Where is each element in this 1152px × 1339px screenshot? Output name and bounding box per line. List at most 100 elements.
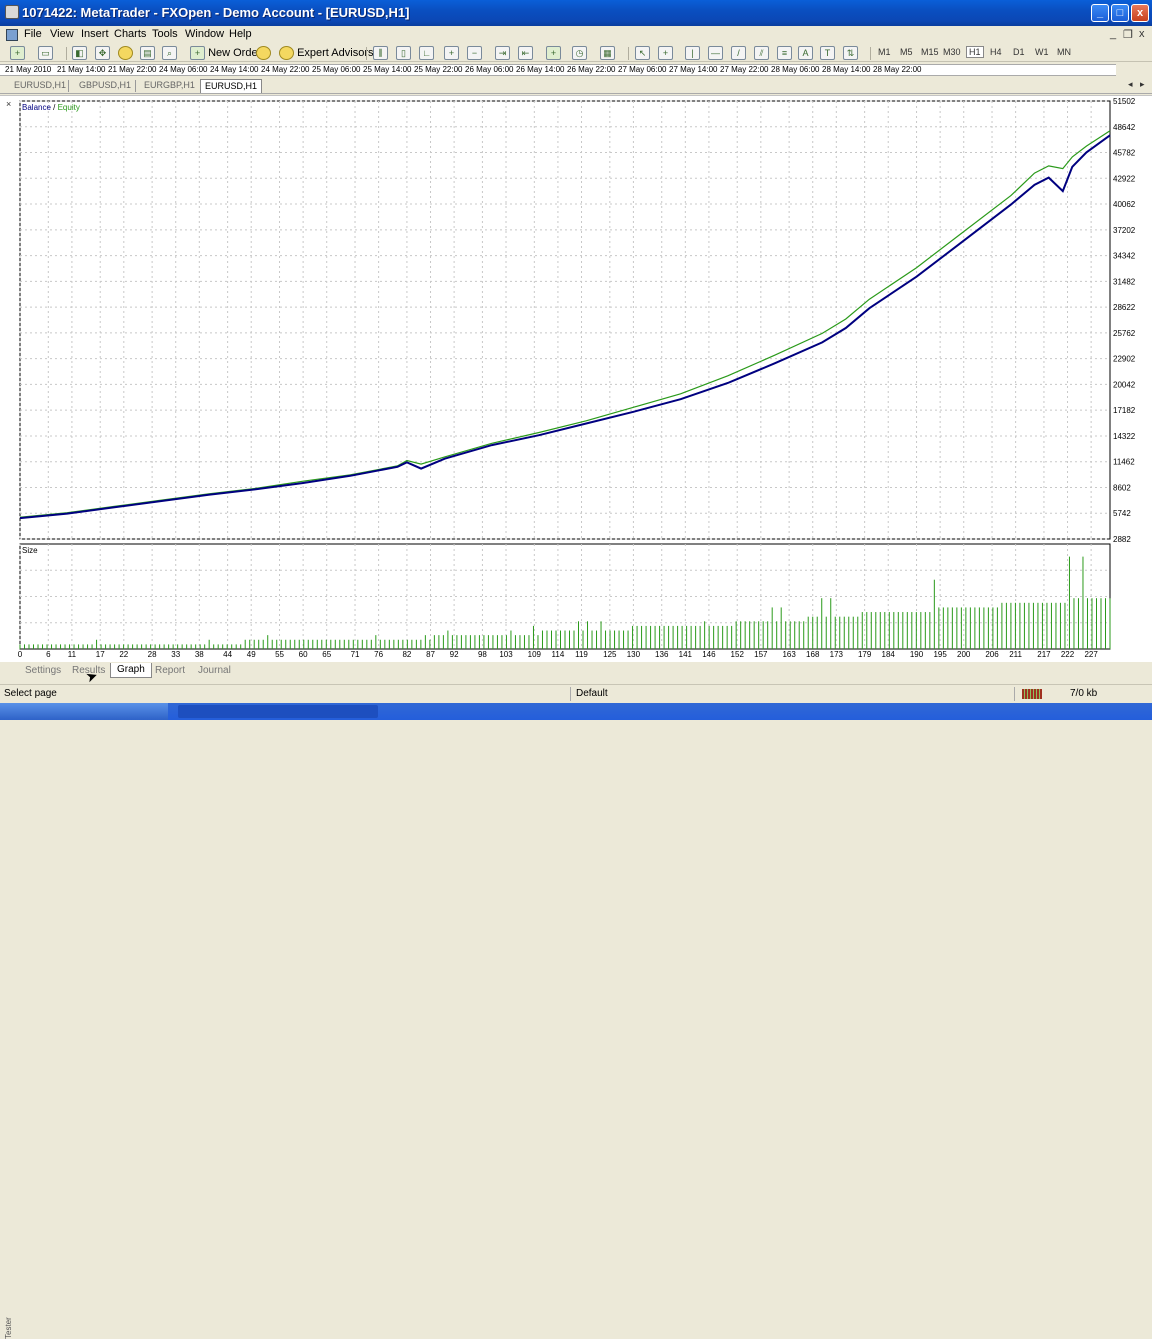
x-tick-label: 33	[171, 650, 180, 659]
channel-icon: ⫽	[754, 46, 769, 60]
close-button[interactable]: x	[1131, 4, 1149, 22]
chart-shift-button[interactable]: ⇤	[518, 45, 533, 61]
x-tick-label: 22	[119, 650, 128, 659]
strategy-tester-button[interactable]: ⌕	[162, 45, 177, 61]
timeframe-w1-button[interactable]: W1	[1035, 47, 1049, 57]
strategy-tester-icon: ⌕	[162, 46, 177, 60]
close-chart-icon: ×	[6, 99, 11, 109]
status-traffic: 7/0 kb	[1070, 688, 1098, 699]
fibonacci-button[interactable]: ≡	[777, 45, 792, 61]
timeframe-h4-button[interactable]: H4	[990, 47, 1002, 57]
toolbar-separator	[628, 47, 629, 60]
x-tick-label: 130	[627, 650, 641, 659]
menu-tools[interactable]: Tools	[152, 28, 178, 40]
mdi-close-button[interactable]: x	[1139, 28, 1145, 40]
data-window-button[interactable]	[118, 45, 133, 61]
templates-button[interactable]: ▦	[600, 45, 615, 61]
terminal-button[interactable]: ▤	[140, 45, 155, 61]
channel-button[interactable]: ⫽	[754, 45, 769, 61]
x-tick-label: 184	[882, 650, 896, 659]
taskbar-item[interactable]	[178, 705, 378, 718]
timeframe-m1-button[interactable]: M1	[878, 47, 891, 57]
tester-vertical-label: Tester	[4, 1317, 13, 1339]
menu-file[interactable]: File	[24, 28, 42, 40]
autoscroll-button[interactable]: ⇥	[495, 45, 510, 61]
tab-report[interactable]: Report	[155, 665, 185, 676]
x-tick-label: 55	[275, 650, 284, 659]
chart-tab-active[interactable]: EURUSD,H1	[200, 79, 263, 93]
menu-insert[interactable]: Insert	[81, 28, 109, 40]
cursor-tool-button[interactable]: ↖	[635, 45, 650, 61]
zoom-out-button[interactable]: −	[467, 45, 482, 61]
time-label: 25 May 14:00	[363, 65, 412, 74]
chart-tab[interactable]: GBPUSD,H1	[75, 79, 135, 93]
bar-chart-button[interactable]: ⫼	[373, 45, 388, 61]
bar-chart-icon: ⫼	[373, 46, 388, 60]
time-axis-strip: 21 May 2010 21 May 14:00 21 May 22:00 24…	[0, 64, 1116, 76]
profiles-button[interactable]: ▭	[38, 45, 53, 61]
timeframe-d1-button[interactable]: D1	[1013, 47, 1025, 57]
metaeditor-button[interactable]	[256, 45, 271, 61]
market-watch-button[interactable]: ◧	[72, 45, 87, 61]
mdi-minimize-button[interactable]: _	[1110, 28, 1116, 40]
timeframe-h1-button[interactable]: H1	[966, 46, 984, 58]
time-label: 27 May 06:00	[618, 65, 667, 74]
chart-tab[interactable]: EURUSD,H1	[10, 79, 70, 93]
line-chart-button[interactable]: ∟	[419, 45, 434, 61]
timeframe-m5-button[interactable]: M5	[900, 47, 913, 57]
expert-advisors-button[interactable]: Expert Advisors	[279, 45, 373, 61]
indicators-icon: +	[546, 46, 561, 60]
balance-plot-area	[19, 100, 1111, 540]
text-label-button[interactable]: T	[820, 45, 835, 61]
tab-scroll-left-icon[interactable]: ◂	[1128, 79, 1133, 90]
periods-button[interactable]: ◷	[572, 45, 587, 61]
x-tick-label: 76	[374, 650, 383, 659]
timeframe-mn-button[interactable]: MN	[1057, 47, 1071, 57]
timeframe-m30-button[interactable]: M30	[943, 47, 961, 57]
navigator-icon: ✥	[95, 46, 110, 60]
toolbar-separator	[66, 47, 67, 60]
horizontal-line-button[interactable]: —	[708, 45, 723, 61]
mdi-restore-button[interactable]: ❐	[1123, 28, 1133, 41]
new-order-button[interactable]: + New Order	[190, 45, 261, 61]
minimize-button[interactable]: _	[1091, 4, 1109, 22]
x-tick-label: 87	[426, 650, 435, 659]
time-label: 25 May 06:00	[312, 65, 361, 74]
navigator-button[interactable]: ✥	[95, 45, 110, 61]
arrows-icon: ⇅	[843, 46, 858, 60]
tab-scroll-right-icon[interactable]: ▸	[1140, 79, 1145, 90]
text-tool-button[interactable]: A	[798, 45, 813, 61]
autoscroll-icon: ⇥	[495, 46, 510, 60]
x-tick-label: 65	[322, 650, 331, 659]
tab-settings[interactable]: Settings	[25, 665, 61, 676]
menu-charts[interactable]: Charts	[114, 28, 146, 40]
menu-window[interactable]: Window	[185, 28, 224, 40]
tester-tabs: Tester Settings Results Graph Report Jou…	[0, 662, 1152, 1339]
text-label-icon: T	[820, 46, 835, 60]
menu-view[interactable]: View	[50, 28, 74, 40]
start-button[interactable]	[0, 703, 168, 720]
arrows-button[interactable]: ⇅	[843, 45, 858, 61]
x-tick-label: 44	[223, 650, 232, 659]
tab-graph[interactable]: Graph	[110, 663, 152, 678]
x-tick-label: 136	[655, 650, 669, 659]
candlesticks-button[interactable]: ▯	[396, 45, 411, 61]
vertical-line-button[interactable]: |	[685, 45, 700, 61]
market-watch-icon: ◧	[72, 46, 87, 60]
tab-journal[interactable]: Journal	[198, 665, 231, 676]
tab-separator	[135, 80, 136, 92]
cursor-icon: ↖	[635, 46, 650, 60]
indicators-button[interactable]: +	[546, 45, 561, 61]
chart-tab[interactable]: EURGBP,H1	[140, 79, 199, 93]
timeframe-m15-button[interactable]: M15	[921, 47, 939, 57]
maximize-button[interactable]: □	[1111, 4, 1129, 22]
trendline-button[interactable]: /	[731, 45, 746, 61]
document-icon[interactable]	[6, 29, 18, 41]
zoom-in-button[interactable]: +	[444, 45, 459, 61]
time-label: 26 May 14:00	[516, 65, 565, 74]
y-tick-label: 34342	[1113, 252, 1136, 261]
data-window-icon	[118, 46, 133, 60]
crosshair-tool-button[interactable]: +	[658, 45, 673, 61]
menu-help[interactable]: Help	[229, 28, 252, 40]
new-chart-button[interactable]: +	[10, 45, 25, 61]
